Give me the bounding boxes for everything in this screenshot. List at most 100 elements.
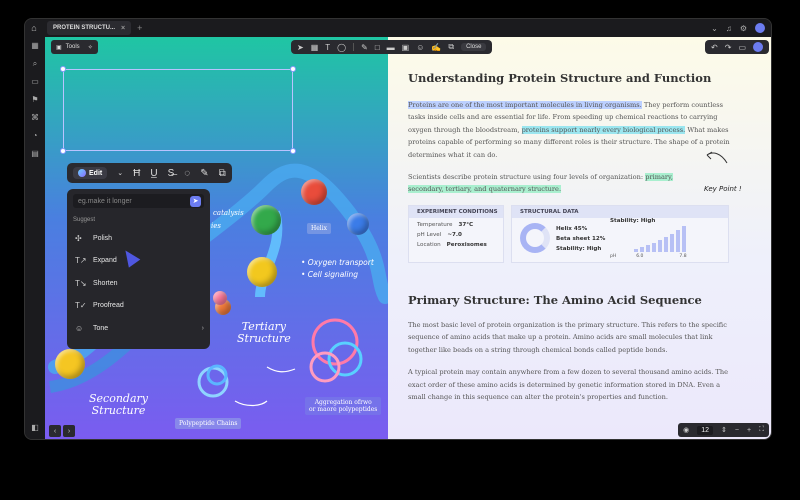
highlighter-icon[interactable]: ▬: [387, 43, 395, 52]
resize-handle-tl[interactable]: [60, 66, 66, 72]
bar: [664, 237, 668, 252]
zoom-out-icon[interactable]: −: [735, 427, 739, 434]
structural-card: STRUCTURAL DATA Helix 45% Beta sheet 12%…: [511, 205, 729, 263]
ai-prompt-input[interactable]: eg.make it longer ➤: [73, 194, 204, 208]
copy-icon[interactable]: ⧉: [219, 168, 226, 179]
grid-icon[interactable]: ▦: [31, 41, 39, 51]
resize-handle-bl[interactable]: [60, 148, 66, 154]
tone-icon: ☺: [75, 323, 84, 333]
resize-handle-tr[interactable]: [290, 66, 296, 72]
dropdown-icon[interactable]: ⌄: [711, 24, 718, 33]
menu-item-tone[interactable]: ☺ Tone ›: [73, 317, 204, 340]
amino-ball-green: [251, 205, 281, 235]
settings-icon[interactable]: ⚙: [740, 24, 747, 33]
comment-icon[interactable]: ◌: [184, 168, 190, 179]
menu-item-polish[interactable]: ✣ Polish: [73, 227, 204, 250]
secondary-label: Secondary Structure: [89, 392, 148, 417]
panel-toggle-icon[interactable]: ◧: [31, 423, 39, 433]
chevron-right-icon: ›: [201, 324, 204, 332]
resize-handle-br[interactable]: [290, 148, 296, 154]
document-icon[interactable]: ▭: [31, 77, 39, 87]
doc-title: Understanding Protein Structure and Func…: [408, 71, 712, 85]
avatar[interactable]: [755, 23, 765, 33]
chevron-down-icon[interactable]: ⌄: [117, 169, 123, 177]
bookmark-icon[interactable]: ⚑: [31, 95, 38, 105]
document-tab[interactable]: PROTEIN STRUCTU... ×: [47, 21, 132, 35]
axis-label: 6.0: [636, 254, 644, 259]
zoom-value[interactable]: 12: [697, 425, 714, 435]
settings-small-icon[interactable]: ◉: [683, 426, 689, 434]
send-icon[interactable]: ➤: [190, 195, 201, 207]
exp-key: Location: [417, 242, 441, 248]
user-avatar[interactable]: [753, 42, 763, 52]
image-icon[interactable]: ▣: [402, 43, 410, 52]
function-bullets: • Oxygen transport • Cell signaling: [301, 257, 374, 281]
link-icon[interactable]: ⧉: [448, 42, 454, 52]
bullet-oxygen: • Oxygen transport: [301, 258, 374, 267]
canvas: Helix • Oxygen transport • Cell signalin…: [45, 37, 771, 439]
home-icon[interactable]: ⌂: [25, 19, 43, 37]
lasso-icon[interactable]: ◯: [337, 43, 346, 52]
polypeptide-tag: Polypeptide Chains: [175, 418, 242, 429]
ai-prompt-placeholder: eg.make it longer: [78, 197, 132, 205]
pen-icon[interactable]: ✎: [361, 43, 368, 52]
exp-value: Peroxisomes: [446, 242, 487, 248]
bell-icon[interactable]: ♫: [726, 24, 732, 33]
helix-tag: Helix: [307, 223, 332, 234]
redo-icon[interactable]: ↷: [725, 43, 732, 52]
page-nav: ‹ ›: [49, 425, 75, 437]
grid-select-icon[interactable]: ▦: [311, 43, 319, 52]
bar: [658, 240, 662, 252]
tools-label: Tools: [65, 44, 80, 50]
underline-icon[interactable]: U̲: [150, 168, 157, 179]
zoom-in-icon[interactable]: +: [747, 427, 751, 434]
tools-button[interactable]: ▣ Tools ✧: [51, 40, 98, 54]
struct-value: Stability: High: [556, 246, 602, 252]
keypoint-note: Key Point !: [704, 185, 742, 193]
text-box-icon[interactable]: T: [325, 43, 330, 52]
highlight-support[interactable]: proteins support nearly every biological…: [521, 125, 686, 134]
strikethrough-icon[interactable]: S̶: [168, 168, 175, 179]
menu-item-proofread[interactable]: T✓ Proofread: [73, 295, 204, 318]
sticker-icon[interactable]: ☺: [416, 43, 424, 52]
amino-ball-blue: [347, 213, 369, 235]
exp-row: Location Peroxisomes: [409, 242, 503, 248]
shorten-text-icon: T↘: [75, 278, 87, 288]
struct-value: Helix 45%: [556, 226, 588, 232]
bar: [652, 243, 656, 252]
edit-button[interactable]: Edit: [73, 167, 108, 179]
menu-item-label: Tone: [93, 324, 109, 332]
undo-icon[interactable]: ↶: [711, 43, 718, 52]
next-page-icon[interactable]: ›: [63, 425, 75, 437]
close-button[interactable]: Close: [461, 43, 487, 51]
bar: [670, 234, 674, 252]
prev-page-icon[interactable]: ‹: [49, 425, 61, 437]
menu-item-shorten[interactable]: T↘ Shorten: [73, 272, 204, 295]
axis-label: pH: [610, 254, 617, 259]
pointer-icon[interactable]: ➤: [297, 43, 304, 52]
menu-item-label: Shorten: [93, 279, 118, 287]
new-tab-button[interactable]: +: [137, 23, 142, 33]
highlight-important[interactable]: Proteins are one of the most important m…: [408, 101, 642, 109]
exp-value: ~7.0: [447, 232, 462, 238]
signature-icon[interactable]: ✍: [431, 43, 441, 52]
illustration-pane: Helix • Oxygen transport • Cell signalin…: [45, 37, 388, 439]
donut-chart: [520, 223, 550, 253]
tag-icon[interactable]: ⌘: [31, 113, 39, 123]
search-icon[interactable]: ⌕: [33, 59, 37, 69]
zoom-bar: ◉ 12 ⇕ − + ⛶: [678, 423, 769, 437]
note-icon[interactable]: ✎: [200, 168, 208, 179]
chat-icon[interactable]: ◔: [33, 131, 38, 141]
heading-icon[interactable]: Ħ: [133, 168, 140, 179]
fit-screen-icon[interactable]: ⛶: [759, 426, 764, 434]
section-heading: Primary Structure: The Amino Acid Sequen…: [408, 293, 702, 307]
expand-text-icon: T↗: [75, 256, 87, 266]
selection-box[interactable]: [60, 66, 296, 154]
file-icon[interactable]: ▤: [31, 149, 39, 159]
zoom-stepper-icon[interactable]: ⇕: [721, 426, 727, 434]
page-icon[interactable]: ▭: [738, 43, 746, 52]
experiment-card: EXPERIMENT CONDITIONS Temperature 37°C pH…: [408, 205, 504, 263]
shape-icon[interactable]: □: [375, 43, 380, 52]
bar: [676, 230, 680, 252]
close-tab-icon[interactable]: ×: [121, 25, 125, 32]
